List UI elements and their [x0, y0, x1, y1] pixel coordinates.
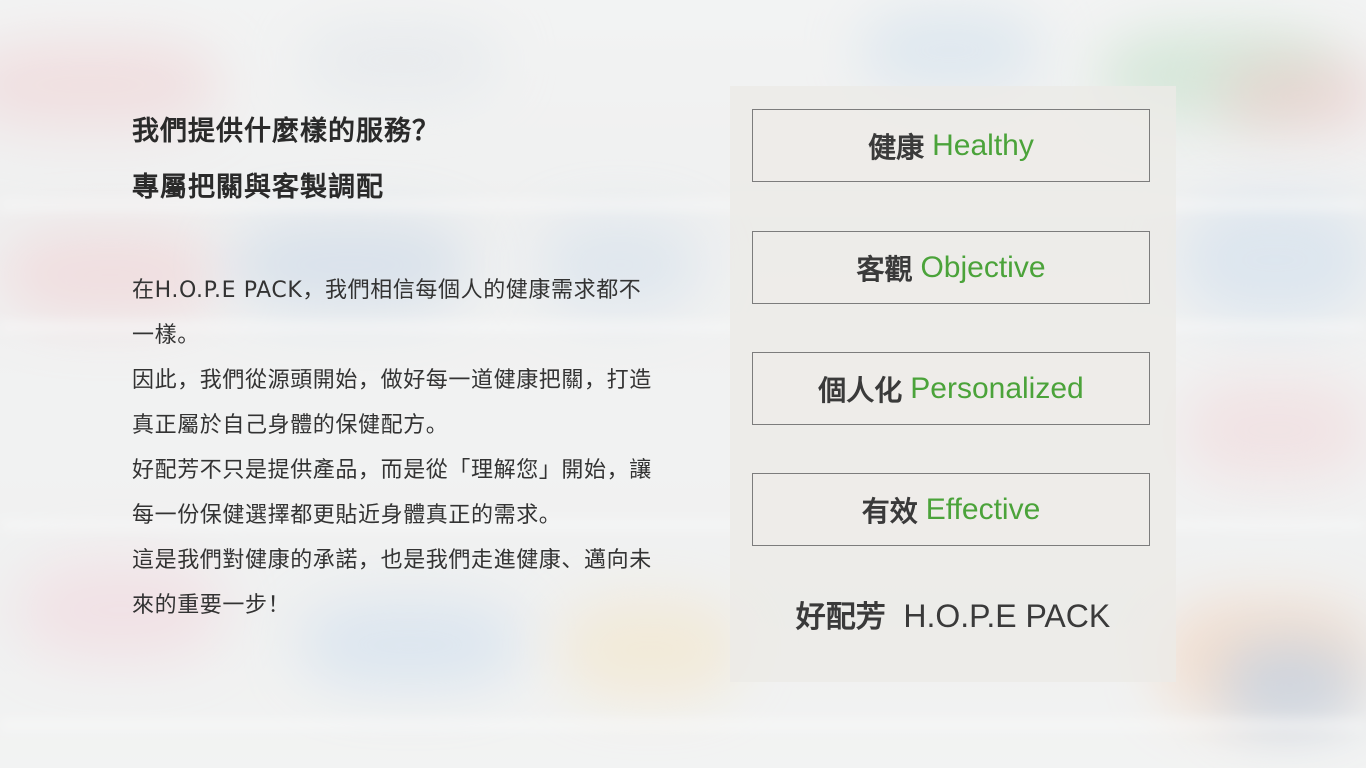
heading-line-1: 我們提供什麼樣的服務？ — [132, 116, 440, 147]
value-personalized-zh: 個人化 — [818, 373, 903, 407]
brand-name: 好配芳 H.O.P.E PACK — [730, 592, 1176, 636]
value-personalized-en: Personalized — [910, 371, 1084, 405]
page-title: 我們提供什麼樣的服務？ 專屬把關與客製調配 — [132, 104, 652, 216]
intro-paragraphs: 在H.O.P.E PACK，我們相信每個人的健康需求都不一樣。 因此，我們從源頭… — [132, 268, 652, 628]
intro-section: 我們提供什麼樣的服務？ 專屬把關與客製調配 在H.O.P.E PACK，我們相信… — [132, 104, 652, 628]
value-objective-card[interactable]: 客觀 Objective — [752, 231, 1150, 304]
value-objective-en: Objective — [920, 250, 1046, 284]
value-objective-zh: 客觀 — [856, 252, 913, 286]
value-healthy-zh: 健康 — [868, 130, 925, 164]
brand-name-zh: 好配芳 — [795, 600, 886, 635]
value-healthy-card[interactable]: 健康 Healthy — [752, 109, 1150, 182]
paragraph-1: 在H.O.P.E PACK，我們相信每個人的健康需求都不一樣。 — [132, 278, 642, 348]
value-effective-zh: 有效 — [861, 494, 918, 528]
heading-line-2: 專屬把關與客製調配 — [132, 172, 384, 203]
brand-name-en: H.O.P.E PACK — [903, 598, 1111, 634]
value-effective-en: Effective — [925, 492, 1041, 526]
paragraph-3: 好配芳不只是提供產品，而是從「理解您」開始，讓每一份保健選擇都更貼近身體真正的需… — [132, 458, 652, 528]
value-effective-card[interactable]: 有效 Effective — [752, 473, 1150, 546]
values-panel: 健康 Healthy 客觀 Objective 個人化 Personalized… — [730, 86, 1176, 682]
value-personalized-card[interactable]: 個人化 Personalized — [752, 352, 1150, 425]
value-healthy-en: Healthy — [932, 128, 1034, 162]
paragraph-2: 因此，我們從源頭開始，做好每一道健康把關，打造真正屬於自己身體的保健配方。 — [132, 368, 652, 438]
paragraph-4: 這是我們對健康的承諾，也是我們走進健康、邁向未來的重要一步！ — [132, 548, 652, 618]
